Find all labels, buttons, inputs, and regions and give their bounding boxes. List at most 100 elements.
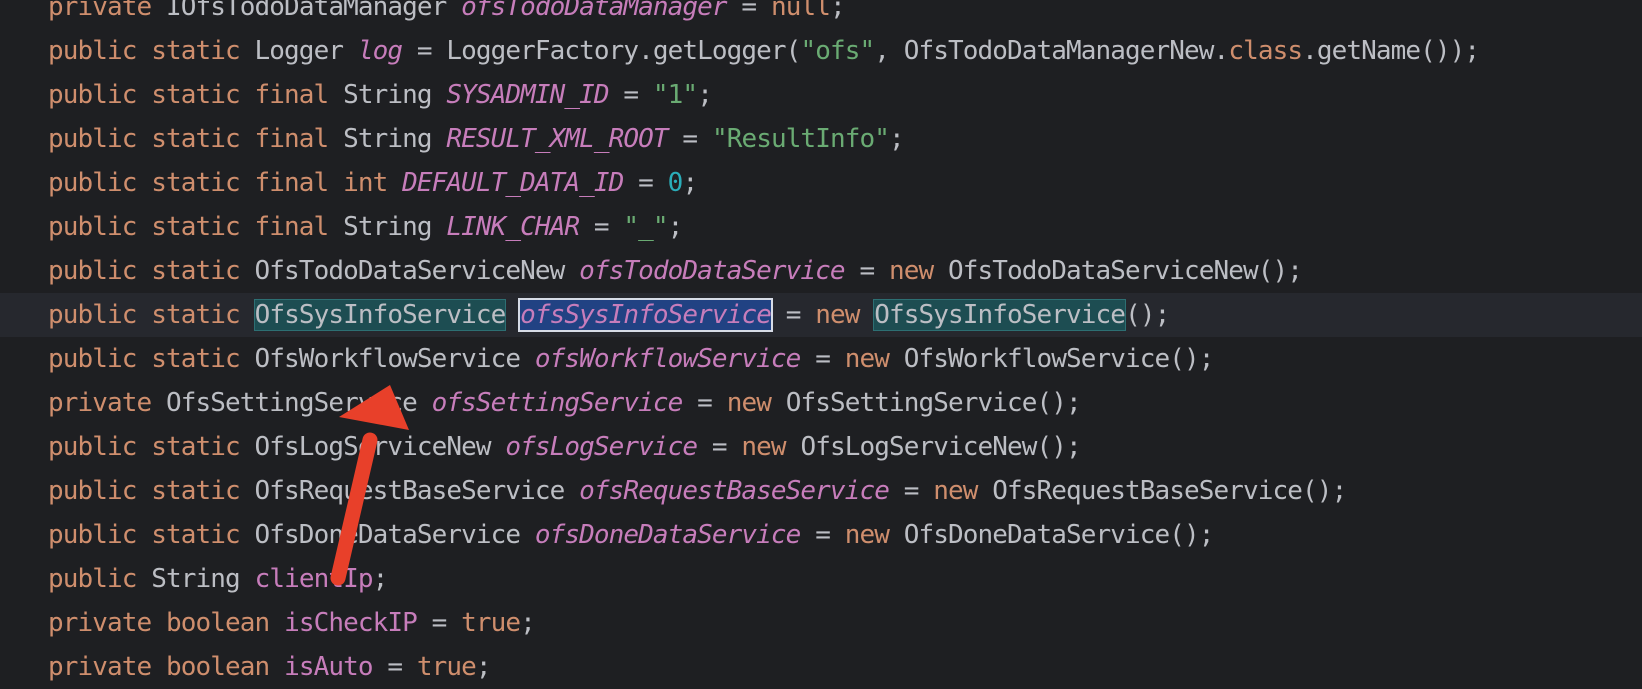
- code-token: public static: [48, 520, 241, 550]
- code-line[interactable]: public static OfsWorkflowService ofsWork…: [0, 337, 1642, 381]
- code-line-text: public static final String SYSADMIN_ID =…: [48, 73, 713, 117]
- code-line-text: private IOfsTodoDataManager ofsTodoDataM…: [48, 0, 846, 29]
- code-token: new: [726, 388, 772, 418]
- code-token: ofsSettingService: [431, 388, 684, 418]
- code-token: log: [357, 36, 403, 66]
- code-token: RESULT_XML_ROOT: [446, 124, 668, 154]
- code-line[interactable]: public static final String RESULT_XML_RO…: [0, 117, 1642, 161]
- code-token: public static: [48, 36, 241, 66]
- code-line[interactable]: public static OfsSysInfoService ofsSysIn…: [0, 293, 1642, 337]
- code-token: =: [579, 212, 624, 242]
- code-token: OfsTodoDataServiceNew: [239, 256, 580, 286]
- code-line[interactable]: private boolean isAuto = true;: [0, 645, 1642, 689]
- code-token: =: [667, 124, 712, 154]
- code-line[interactable]: public String clientIp;: [0, 557, 1642, 601]
- code-line[interactable]: private IOfsTodoDataManager ofsTodoDataM…: [0, 0, 1642, 29]
- code-line[interactable]: public static final String SYSADMIN_ID =…: [0, 73, 1642, 117]
- code-token: =: [697, 432, 742, 462]
- code-editor[interactable]: private IOfsTodoDataManager ofsTodoDataM…: [0, 0, 1642, 682]
- code-token: OfsRequestBaseService: [239, 476, 580, 506]
- code-token: ;: [520, 608, 536, 638]
- code-token: =: [800, 344, 845, 374]
- code-line[interactable]: private boolean isCheckIP = true;: [0, 601, 1642, 645]
- code-token: DEFAULT_DATA_ID: [402, 168, 624, 198]
- code-token: new: [888, 256, 934, 286]
- code-token: ofsTodoDataService: [579, 256, 845, 286]
- code-token: public static: [48, 256, 241, 286]
- code-token: private boolean: [48, 608, 270, 638]
- code-token: ;: [829, 0, 846, 22]
- code-line-text: private boolean isCheckIP = true;: [48, 601, 536, 645]
- code-token: String: [328, 80, 447, 110]
- code-line[interactable]: public static Logger log = LoggerFactory…: [0, 29, 1642, 73]
- code-line[interactable]: private OfsSettingService ofsSettingServ…: [0, 381, 1642, 425]
- code-token: Logger: [239, 36, 358, 66]
- code-token: isCheckIP: [284, 608, 418, 638]
- code-line-text: public static OfsWorkflowService ofsWork…: [48, 337, 1214, 381]
- highlighted-usage: OfsSysInfoService: [873, 299, 1127, 331]
- code-token: ;: [475, 652, 492, 682]
- code-token: clientIp: [254, 564, 374, 594]
- code-token: =: [608, 80, 653, 110]
- code-token: true: [461, 608, 521, 638]
- code-line-text: public static OfsDoneDataService ofsDone…: [48, 513, 1214, 557]
- code-token: String: [328, 212, 447, 242]
- code-token: =: [770, 300, 816, 330]
- code-line-text: private OfsSettingService ofsSettingServ…: [48, 381, 1082, 425]
- code-token: OfsTodoDataServiceNew();: [933, 256, 1303, 286]
- code-token: public static: [48, 344, 241, 374]
- code-token: =: [682, 388, 727, 418]
- code-token: =: [800, 520, 845, 550]
- code-token: ();: [1125, 300, 1170, 330]
- code-token: private: [48, 388, 152, 418]
- code-token: ;: [888, 124, 905, 154]
- code-token: OfsDoneDataService();: [888, 520, 1215, 550]
- code-token: new: [815, 300, 860, 330]
- code-token: =: [372, 652, 417, 682]
- code-token: ofsRequestBaseService: [579, 476, 890, 506]
- code-token: public static final int: [48, 168, 388, 198]
- code-token: OfsLogServiceNew();: [785, 432, 1081, 462]
- code-line[interactable]: public static final int DEFAULT_DATA_ID …: [0, 161, 1642, 205]
- code-token: new: [844, 344, 890, 374]
- code-token: =: [844, 256, 889, 286]
- code-line-text: public static OfsLogServiceNew ofsLogSer…: [48, 425, 1082, 469]
- code-token: =: [623, 168, 668, 198]
- highlighted-usage: OfsSysInfoService: [253, 299, 507, 331]
- code-token: OfsSettingService: [151, 388, 432, 418]
- code-token: ofsTodoDataManager: [461, 0, 727, 22]
- code-token: private boolean: [48, 652, 270, 682]
- code-line[interactable]: public static OfsRequestBaseService ofsR…: [0, 469, 1642, 513]
- code-token: "1": [652, 80, 698, 110]
- code-token: ;: [372, 564, 389, 594]
- code-token: public: [48, 564, 137, 594]
- code-line-text: public static OfsSysInfoService ofsSysIn…: [48, 293, 1170, 337]
- code-line[interactable]: public static OfsLogServiceNew ofsLogSer…: [0, 425, 1642, 469]
- code-token: String: [136, 564, 255, 594]
- code-token: String: [328, 124, 447, 154]
- code-line[interactable]: public static final String LINK_CHAR = "…: [0, 205, 1642, 249]
- code-line[interactable]: public static OfsDoneDataService ofsDone…: [0, 513, 1642, 557]
- code-token: ofsWorkflowService: [534, 344, 801, 374]
- code-token: SYSADMIN_ID: [446, 80, 609, 110]
- code-token: IOfsTodoDataManager: [151, 0, 462, 22]
- code-line[interactable]: public static OfsTodoDataServiceNew ofsT…: [0, 249, 1642, 293]
- code-line-text: public static OfsTodoDataServiceNew ofsT…: [48, 249, 1303, 293]
- code-token: new: [933, 476, 978, 506]
- code-token: OfsSettingService();: [770, 388, 1082, 418]
- code-token: , OfsTodoDataManagerNew.: [874, 36, 1229, 66]
- code-line-text: public static OfsRequestBaseService ofsR…: [48, 469, 1347, 513]
- code-token: public static: [48, 432, 241, 462]
- code-token: OfsWorkflowService();: [888, 344, 1215, 374]
- code-token: OfsLogServiceNew: [239, 432, 506, 462]
- code-token: ;: [682, 168, 698, 198]
- code-line-text: public static final String LINK_CHAR = "…: [48, 205, 683, 249]
- code-line-text: public static final String RESULT_XML_RO…: [48, 117, 905, 161]
- code-token: =: [888, 476, 934, 506]
- code-token: true: [416, 652, 477, 682]
- code-token: = LoggerFactory.getLogger(: [402, 36, 801, 66]
- code-token: public static final: [48, 124, 329, 154]
